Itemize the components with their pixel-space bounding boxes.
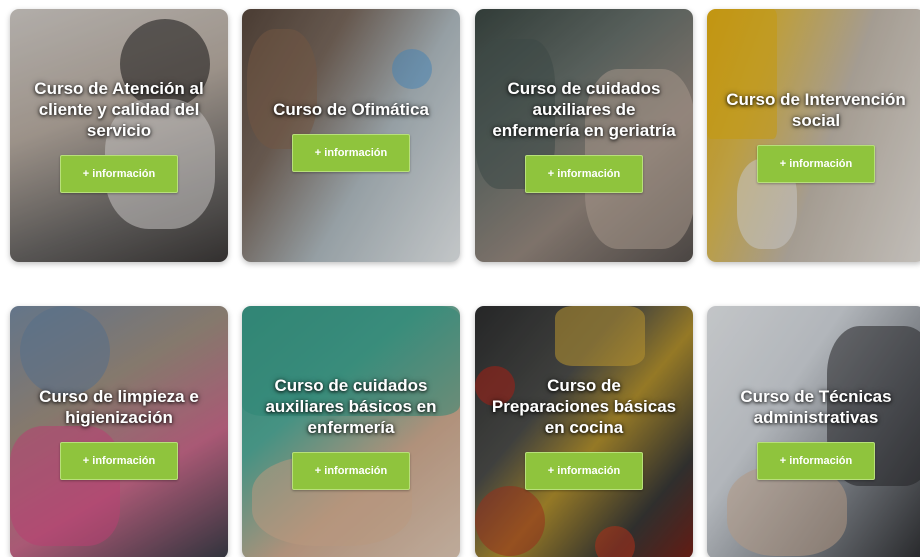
more-info-button[interactable]: + información: [292, 452, 410, 490]
course-title: Curso de Preparaciones básicas en cocina: [491, 376, 677, 437]
course-title: Curso de Atención al cliente y calidad d…: [34, 79, 204, 140]
course-card-enfermeria-basicos[interactable]: Curso de cuidados auxiliares básicos en …: [242, 306, 460, 557]
more-info-button[interactable]: + información: [525, 155, 643, 193]
more-info-button[interactable]: + información: [60, 155, 178, 193]
course-title: Curso de cuidados auxiliares básicos en …: [265, 376, 437, 437]
course-title: Curso de Intervención social: [726, 89, 906, 130]
course-title: Curso de cuidados auxiliares de enfermer…: [492, 79, 676, 140]
more-info-button[interactable]: + información: [757, 441, 875, 480]
course-card-limpieza[interactable]: Curso de limpieza e higienización + info…: [10, 306, 228, 557]
course-title: Curso de limpieza e higienización: [39, 386, 199, 427]
course-title: Curso de Ofimática: [273, 100, 429, 119]
more-info-button[interactable]: + información: [60, 441, 178, 480]
course-card-tecnicas-administrativas[interactable]: Curso de Técnicas administrativas + info…: [707, 306, 920, 557]
card-overlay: [10, 306, 228, 557]
course-card-ofimatica[interactable]: Curso de Ofimática + información: [242, 9, 460, 262]
course-card-atencion-cliente[interactable]: Curso de Atención al cliente y calidad d…: [10, 9, 228, 262]
course-card-intervencion-social[interactable]: Curso de Intervención social + informaci…: [707, 9, 920, 262]
more-info-button[interactable]: + información: [525, 452, 643, 490]
card-overlay: [707, 9, 920, 262]
course-grid: Curso de Atención al cliente y calidad d…: [0, 0, 920, 557]
course-title: Curso de Técnicas administrativas: [740, 386, 892, 427]
more-info-button[interactable]: + información: [292, 134, 410, 172]
course-card-cocina[interactable]: Curso de Preparaciones básicas en cocina…: [475, 306, 693, 557]
more-info-button[interactable]: + información: [757, 144, 875, 183]
card-overlay: [707, 306, 920, 557]
course-card-enfermeria-geriatria[interactable]: Curso de cuidados auxiliares de enfermer…: [475, 9, 693, 262]
